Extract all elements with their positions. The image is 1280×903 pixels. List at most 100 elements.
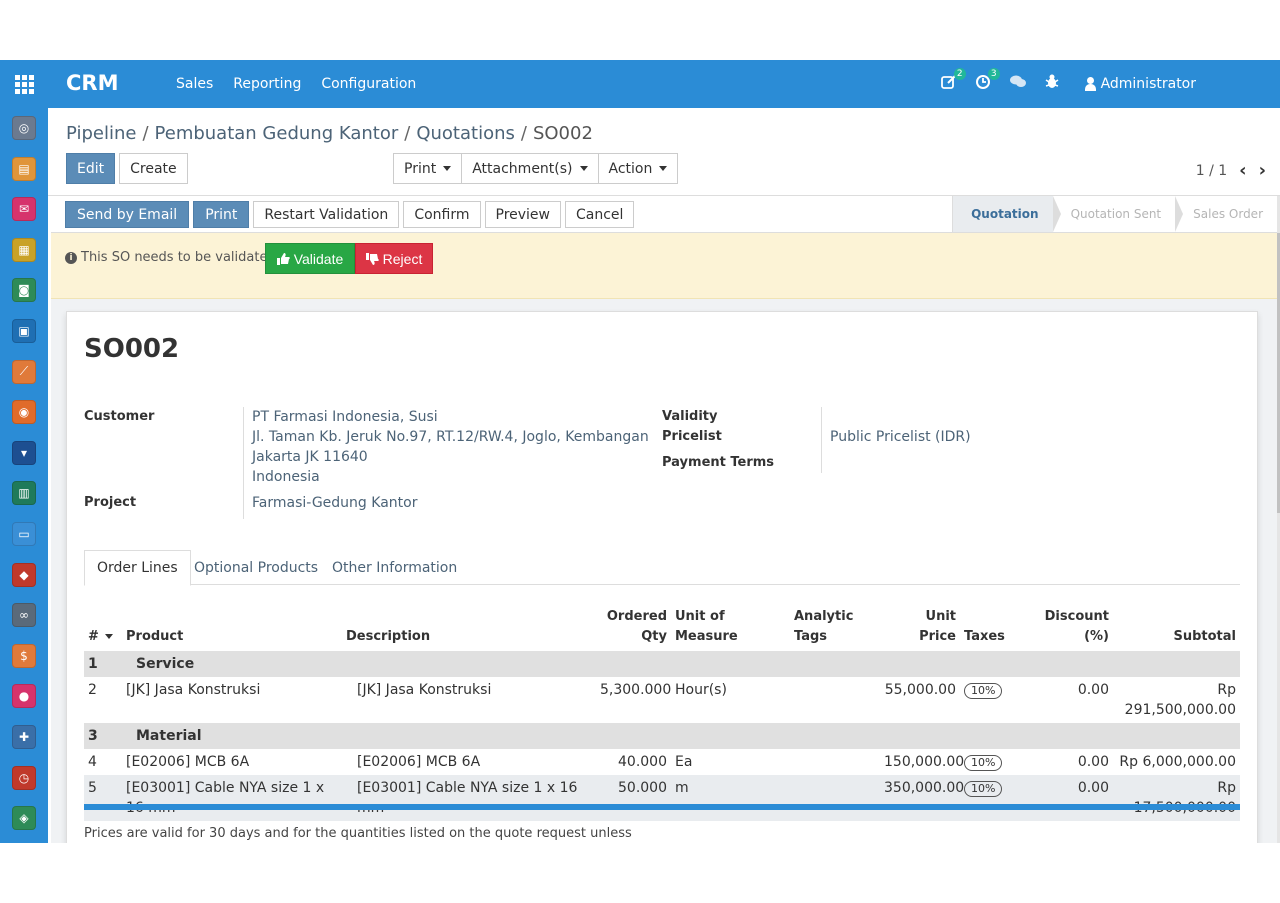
section-row[interactable]: 1 Service (84, 651, 1240, 677)
line-subtotal: Rp 17,500,000.00 (1113, 775, 1240, 821)
tab-order-lines[interactable]: Order Lines (84, 550, 191, 586)
attachments-dropdown[interactable]: Attachment(s) (461, 153, 599, 184)
expenses-icon[interactable]: $ (12, 643, 36, 668)
column-header-discount[interactable]: Discount (%) (1036, 605, 1113, 651)
website-icon[interactable]: ◉ (12, 400, 36, 425)
column-header-qty[interactable]: Ordered Qty (596, 605, 671, 651)
sidebar-dropdowns: Print Attachment(s) Action (393, 153, 679, 184)
print-button[interactable]: Print (193, 201, 250, 228)
attachments-dropdown-label: Attachment(s) (472, 160, 573, 177)
reminders-button[interactable]: 3 (975, 68, 1000, 94)
customer-field[interactable]: PT Farmasi Indonesia, Susi Jl. Taman Kb.… (252, 407, 649, 487)
stage-quotation-sent[interactable]: Quotation Sent (1053, 196, 1183, 232)
column-header-taxes[interactable]: Taxes (960, 605, 1036, 651)
breadcrumb-quotations[interactable]: Quotations (416, 123, 515, 144)
project-field[interactable]: Farmasi-Gedung Kantor (252, 493, 417, 513)
menu-configuration[interactable]: Configuration (321, 76, 416, 92)
pager: 1 / 1 ‹ › (1196, 160, 1266, 181)
tab-other-information[interactable]: Other Information (320, 550, 469, 585)
contacts-icon[interactable]: ◙ (12, 278, 36, 303)
customer-street: Jl. Taman Kb. Jeruk No.97, RT.12/RW.4, J… (252, 429, 649, 445)
validity-label: Validity (662, 409, 718, 424)
main-content: Pipeline / Pembuatan Gedung Kantor / Quotati… (48, 108, 1280, 843)
activities-badge: 2 (953, 68, 966, 80)
pager-value[interactable]: 1 / 1 (1196, 163, 1227, 179)
alert-message: i This SO needs to be validated. (65, 250, 280, 265)
tab-optional-products[interactable]: Optional Products (182, 550, 330, 585)
order-lines-table: # Product Description Ordered Qty Unit of… (84, 605, 1240, 821)
odoo-app-window: CRM Sales Reporting Configuration 2 3 Ad… (0, 60, 1280, 843)
chevron-left-icon[interactable]: ‹ (1239, 160, 1246, 181)
field-divider (243, 407, 244, 519)
reporting-chart-icon[interactable]: ⟋ (12, 359, 36, 384)
thumbs-up-icon (276, 252, 290, 265)
menu-reporting[interactable]: Reporting (233, 76, 301, 92)
payment-card-icon[interactable]: ▭ (12, 522, 36, 546)
point-of-sale-icon[interactable]: ▣ (12, 319, 36, 343)
pricelist-label: Pricelist (662, 429, 722, 444)
table-row[interactable]: 4 [E02006] MCB 6A [E02006] MCB 6A 40.000… (84, 749, 1240, 775)
user-menu[interactable]: Administrator (1084, 76, 1196, 92)
reject-label: Reject (382, 250, 423, 267)
column-header-unit-price[interactable]: Unit Price (880, 605, 960, 651)
tag-icon[interactable]: ◈ (12, 806, 36, 831)
column-header-number[interactable]: # (84, 605, 122, 651)
messages-button[interactable] (1009, 74, 1027, 94)
stage-sales-order[interactable]: Sales Order (1175, 196, 1277, 232)
preview-button[interactable]: Preview (484, 201, 561, 228)
debug-button[interactable] (1045, 74, 1059, 94)
calendar-icon[interactable]: ▦ (12, 237, 36, 262)
project-label: Project (84, 495, 137, 510)
stage-pipeline: Quotation Quotation Sent Sales Order (952, 196, 1277, 232)
menu-sales[interactable]: Sales (176, 76, 213, 92)
employees-icon[interactable]: ● (12, 684, 36, 709)
activities-button[interactable]: 2 (940, 68, 966, 94)
column-header-subtotal[interactable]: Subtotal (1113, 605, 1240, 651)
link-icon[interactable]: ∞ (12, 603, 36, 628)
edit-button[interactable]: Edit (66, 153, 116, 184)
stage-quotation[interactable]: Quotation (953, 196, 1062, 232)
form-buttons: Edit Create (66, 153, 188, 184)
pricelist-field[interactable]: Public Pricelist (IDR) (830, 427, 971, 447)
order-name: SO002 (84, 334, 180, 364)
ecommerce-cart-icon[interactable]: ▾ (12, 440, 36, 465)
breadcrumb-pipeline[interactable]: Pipeline (66, 123, 136, 144)
discuss-icon[interactable]: ✉ (12, 197, 36, 222)
inventory-box-icon[interactable]: ◆ (12, 562, 36, 587)
apps-puzzle-icon[interactable]: ✚ (12, 725, 36, 749)
line-qty: 5,300.000 (596, 677, 671, 723)
chevron-right-icon[interactable]: › (1259, 160, 1266, 181)
timesheet-clock-icon[interactable]: ◷ (12, 765, 36, 790)
section-row[interactable]: 3 Material (84, 723, 1240, 749)
create-button[interactable]: Create (119, 153, 188, 184)
table-row[interactable]: 2 [JK] Jasa Konstruksi [JK] Jasa Konstru… (84, 677, 1240, 723)
line-unit-price: 350,000.00 (880, 775, 964, 821)
line-analytic-tags (790, 775, 880, 821)
accounting-icon[interactable]: ▥ (12, 481, 36, 506)
purchase-icon[interactable]: ▤ (12, 156, 36, 181)
app-switcher-button[interactable] (0, 60, 48, 108)
action-dropdown[interactable]: Action (597, 153, 679, 184)
validate-button[interactable]: Validate (265, 243, 355, 274)
print-dropdown[interactable]: Print (393, 153, 463, 184)
table-row[interactable]: 5 [E03001] Cable NYA size 1 x 16 mm [E03… (84, 775, 1240, 821)
line-unit-price: 150,000.00 (880, 749, 964, 775)
reject-button[interactable]: Reject (355, 243, 433, 274)
line-uom: Hour(s) (671, 677, 790, 723)
send-by-email-button[interactable]: Send by Email (65, 201, 190, 228)
column-header-product[interactable]: Product (122, 605, 342, 651)
customer-country: Indonesia (252, 469, 320, 485)
cancel-button[interactable]: Cancel (565, 201, 635, 228)
line-product: [E03001] Cable NYA size 1 x 16 mm (122, 775, 342, 821)
column-header-uom[interactable]: Unit of Measure (671, 605, 790, 651)
caret-down-icon (579, 166, 588, 171)
confirm-button[interactable]: Confirm (403, 201, 481, 228)
user-icon (1084, 77, 1096, 91)
line-taxes: 10% (960, 677, 1036, 723)
restart-validation-button[interactable]: Restart Validation (253, 201, 400, 228)
column-header-analytic-tags[interactable]: Analytic Tags (790, 605, 880, 651)
breadcrumb-opportunity[interactable]: Pembuatan Gedung Kantor (155, 123, 399, 144)
handshake-icon[interactable]: ◎ (12, 116, 36, 140)
column-header-description[interactable]: Description (342, 605, 596, 651)
tax-tag: 10% (964, 683, 1003, 699)
